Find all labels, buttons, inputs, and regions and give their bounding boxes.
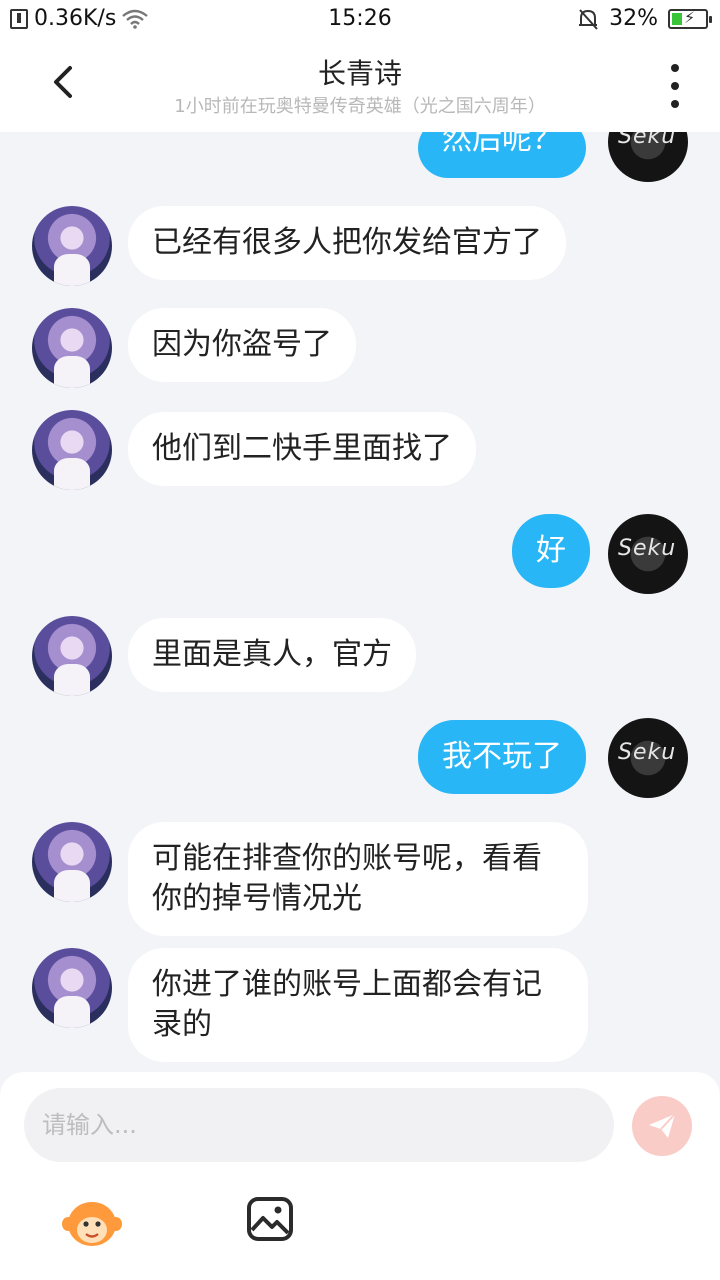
battery-icon: ⚡ [668,8,712,29]
self-avatar[interactable]: Seku [608,718,688,798]
self-avatar[interactable]: Seku [608,132,688,182]
send-button[interactable] [632,1096,692,1156]
image-button[interactable] [246,1196,294,1242]
emoji-button[interactable] [62,1194,122,1250]
message-bubble-other[interactable]: 因为你盗号了 [128,308,356,382]
more-vertical-icon [671,64,679,72]
mute-bell-icon [579,8,598,30]
more-options-button[interactable] [660,64,690,108]
message-list[interactable]: 然后呢？ Seku 已经有很多人把你发给官方了 因为你盗号了 他们到二快手里面找… [0,132,720,1072]
message-input[interactable] [24,1088,614,1162]
avatar-signature: Seku [618,740,677,765]
contact-avatar[interactable] [32,822,112,902]
contact-status: 1小时前在玩奥特曼传奇英雄（光之国六周年） [174,96,546,117]
contact-avatar[interactable] [32,410,112,490]
message-composer [0,1072,720,1280]
message-bubble-self[interactable]: 然后呢？ [418,132,586,178]
status-right: 32% ⚡ [577,6,712,31]
contact-avatar[interactable] [32,206,112,286]
contact-name: 长青诗 [317,57,402,90]
chat-header: 长青诗 1小时前在玩奥特曼传奇英雄（光之国六周年） [0,38,720,132]
contact-avatar[interactable] [32,948,112,1028]
message-bubble-self[interactable]: 好 [512,514,590,588]
message-bubble-other[interactable]: 你进了谁的账号上面都会有记 录的 [128,948,588,1062]
message-bubble-other[interactable]: 他们到二快手里面找了 [128,412,476,486]
emoji-icon [62,1202,122,1246]
message-bubble-self[interactable]: 我不玩了 [418,720,586,794]
contact-avatar[interactable] [32,308,112,388]
self-avatar[interactable]: Seku [608,514,688,594]
avatar-signature: Seku [618,536,677,561]
avatar-signature: Seku [618,132,677,149]
contact-avatar[interactable] [32,616,112,696]
message-bubble-other[interactable]: 已经有很多人把你发给官方了 [128,206,566,280]
status-bar: 0.36K/s 15:26 32% ⚡ [0,0,720,38]
image-icon [247,1197,293,1241]
send-icon [649,1113,676,1138]
battery-percent: 32% [609,6,658,31]
message-bubble-other[interactable]: 可能在排查你的账号呢，看看 你的掉号情况光 [128,822,588,936]
message-bubble-other[interactable]: 里面是真人，官方 [128,618,416,692]
